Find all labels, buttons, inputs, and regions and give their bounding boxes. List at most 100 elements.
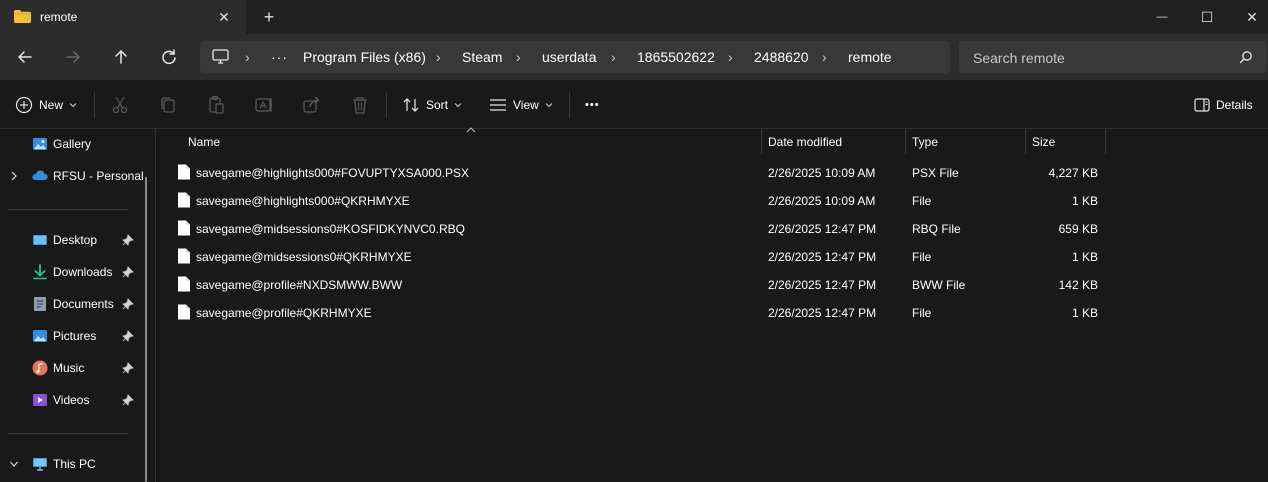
breadcrumb-separator[interactable]: ›	[516, 49, 521, 65]
chevron-down-icon[interactable]	[9, 458, 19, 470]
breadcrumb-program-files[interactable]: Program Files (x86)	[303, 49, 426, 65]
column-header-label: Date modified	[768, 135, 843, 149]
sidebar-item-label: RFSU - Personal	[53, 169, 144, 183]
pin-icon[interactable]	[122, 266, 134, 278]
pin-icon[interactable]	[122, 394, 134, 406]
maximize-button[interactable]: ☐	[1184, 0, 1230, 34]
pin-icon[interactable]	[122, 298, 134, 310]
paste-icon[interactable]	[206, 95, 226, 115]
chevron-down-icon	[545, 103, 553, 108]
search-box[interactable]: Search remote	[959, 41, 1267, 73]
file-row[interactable]: savegame@highlights000#QKRHMYXE 2/26/202…	[167, 186, 1257, 214]
sort-label: Sort	[426, 98, 449, 112]
minimize-button[interactable]: —	[1139, 0, 1185, 34]
new-tab-button[interactable]: +	[258, 6, 280, 28]
column-header-type[interactable]: Type	[906, 129, 1025, 154]
copy-icon[interactable]	[158, 95, 178, 115]
file-row[interactable]: savegame@highlights000#FOVUPTYXSA000.PSX…	[167, 158, 1257, 186]
breadcrumb-user-id[interactable]: 1865502622	[637, 49, 715, 65]
address-bar[interactable]: › ··· Program Files (x86) › Steam › user…	[200, 41, 950, 73]
file-name: savegame@profile#QKRHMYXE	[196, 306, 372, 320]
back-arrow-icon[interactable]	[14, 46, 36, 68]
pin-icon[interactable]	[122, 362, 134, 374]
breadcrumb-userdata[interactable]: userdata	[542, 49, 596, 65]
sidebar-item-documents[interactable]: Documents	[0, 292, 150, 316]
sidebar-item-label: Videos	[53, 393, 90, 407]
file-row[interactable]: savegame@midsessions0#QKRHMYXE 2/26/2025…	[167, 242, 1257, 270]
rename-icon[interactable]	[254, 95, 274, 115]
pin-icon[interactable]	[122, 234, 134, 246]
sidebar-item-downloads[interactable]: Downloads	[0, 260, 150, 284]
title-bar: remote ✕ + — ☐ ✕	[0, 0, 1268, 34]
sidebar-item-pictures[interactable]: Pictures	[0, 324, 150, 348]
column-header-label: Name	[188, 135, 221, 149]
file-icon	[178, 192, 190, 208]
breadcrumb-more-button[interactable]: ···	[271, 49, 288, 65]
sidebar-item-label: Documents	[53, 297, 114, 311]
sidebar-item-videos[interactable]: Videos	[0, 388, 150, 412]
column-header-size[interactable]: Size	[1026, 129, 1105, 154]
file-row[interactable]: savegame@profile#NXDSMWW.BWW 2/26/2025 1…	[167, 270, 1257, 298]
tab-remote[interactable]: remote ✕	[0, 0, 246, 34]
sidebar-item-desktop[interactable]: Desktop	[0, 228, 150, 252]
see-more-button[interactable]: •••	[585, 94, 600, 116]
chevron-right-icon[interactable]	[9, 170, 19, 182]
view-button[interactable]: View	[489, 94, 553, 116]
file-size: 142 KB	[1058, 278, 1098, 292]
sidebar-item-gallery[interactable]: Gallery	[0, 132, 150, 156]
file-icon	[178, 248, 190, 264]
file-icon	[178, 276, 190, 292]
column-header-date[interactable]: Date modified	[762, 129, 905, 154]
file-size: 4,227 KB	[1048, 166, 1098, 180]
documents-icon	[34, 297, 46, 311]
search-placeholder: Search remote	[973, 50, 1065, 66]
close-tab-button[interactable]: ✕	[214, 7, 234, 27]
videos-icon	[33, 394, 47, 406]
breadcrumb-separator[interactable]: ›	[611, 49, 616, 65]
pin-icon[interactable]	[122, 330, 134, 342]
breadcrumb-app-id[interactable]: 2488620	[754, 49, 809, 65]
delete-icon[interactable]	[350, 95, 370, 115]
sidebar-divider	[8, 433, 128, 434]
new-label: New	[39, 98, 64, 112]
folder-icon	[14, 10, 31, 23]
file-type: File	[912, 306, 932, 320]
breadcrumb-separator[interactable]: ›	[436, 49, 441, 65]
breadcrumb-steam[interactable]: Steam	[462, 49, 502, 65]
file-name: savegame@midsessions0#QKRHMYXE	[196, 250, 412, 264]
column-header-name[interactable]: Name	[157, 129, 761, 154]
breadcrumb-remote[interactable]: remote	[848, 49, 892, 65]
share-icon[interactable]	[302, 95, 322, 115]
file-icon	[178, 304, 190, 320]
column-divider[interactable]	[1105, 129, 1106, 154]
file-type: File	[912, 194, 932, 208]
command-bar: New Sort View ••• Details	[0, 80, 1268, 129]
sidebar-item-music[interactable]: Music	[0, 356, 150, 380]
refresh-icon[interactable]	[158, 46, 180, 68]
cut-icon[interactable]	[110, 95, 130, 115]
sidebar-scrollbar[interactable]	[145, 177, 147, 482]
file-name: savegame@highlights000#FOVUPTYXSA000.PSX	[196, 166, 469, 180]
breadcrumb-separator[interactable]: ›	[728, 49, 733, 65]
up-arrow-icon[interactable]	[110, 46, 132, 68]
column-header-label: Type	[912, 135, 939, 149]
search-icon[interactable]	[1239, 50, 1253, 64]
new-button[interactable]: New	[15, 94, 77, 116]
sort-button[interactable]: Sort	[402, 94, 462, 116]
file-size: 1 KB	[1071, 306, 1098, 320]
sidebar-item-onedrive[interactable]: RFSU - Personal	[0, 164, 150, 188]
sidebar-item-label: Music	[53, 361, 85, 375]
forward-arrow-icon[interactable]	[62, 46, 84, 68]
breadcrumb-separator[interactable]: ›	[822, 49, 827, 65]
column-header-label: Size	[1032, 135, 1056, 149]
file-row[interactable]: savegame@profile#QKRHMYXE 2/26/2025 12:4…	[167, 298, 1257, 326]
file-name: savegame@profile#NXDSMWW.BWW	[196, 278, 403, 292]
view-icon	[490, 99, 506, 111]
details-pane-button[interactable]: Details	[1194, 94, 1253, 116]
downloads-icon	[33, 264, 47, 280]
close-window-button[interactable]: ✕	[1229, 0, 1268, 34]
sidebar-item-this-pc[interactable]: This PC	[0, 452, 150, 476]
monitor-icon[interactable]	[212, 49, 229, 65]
file-icon	[178, 164, 190, 180]
file-row[interactable]: savegame@midsessions0#KOSFIDKYNVC0.RBQ 2…	[167, 214, 1257, 242]
